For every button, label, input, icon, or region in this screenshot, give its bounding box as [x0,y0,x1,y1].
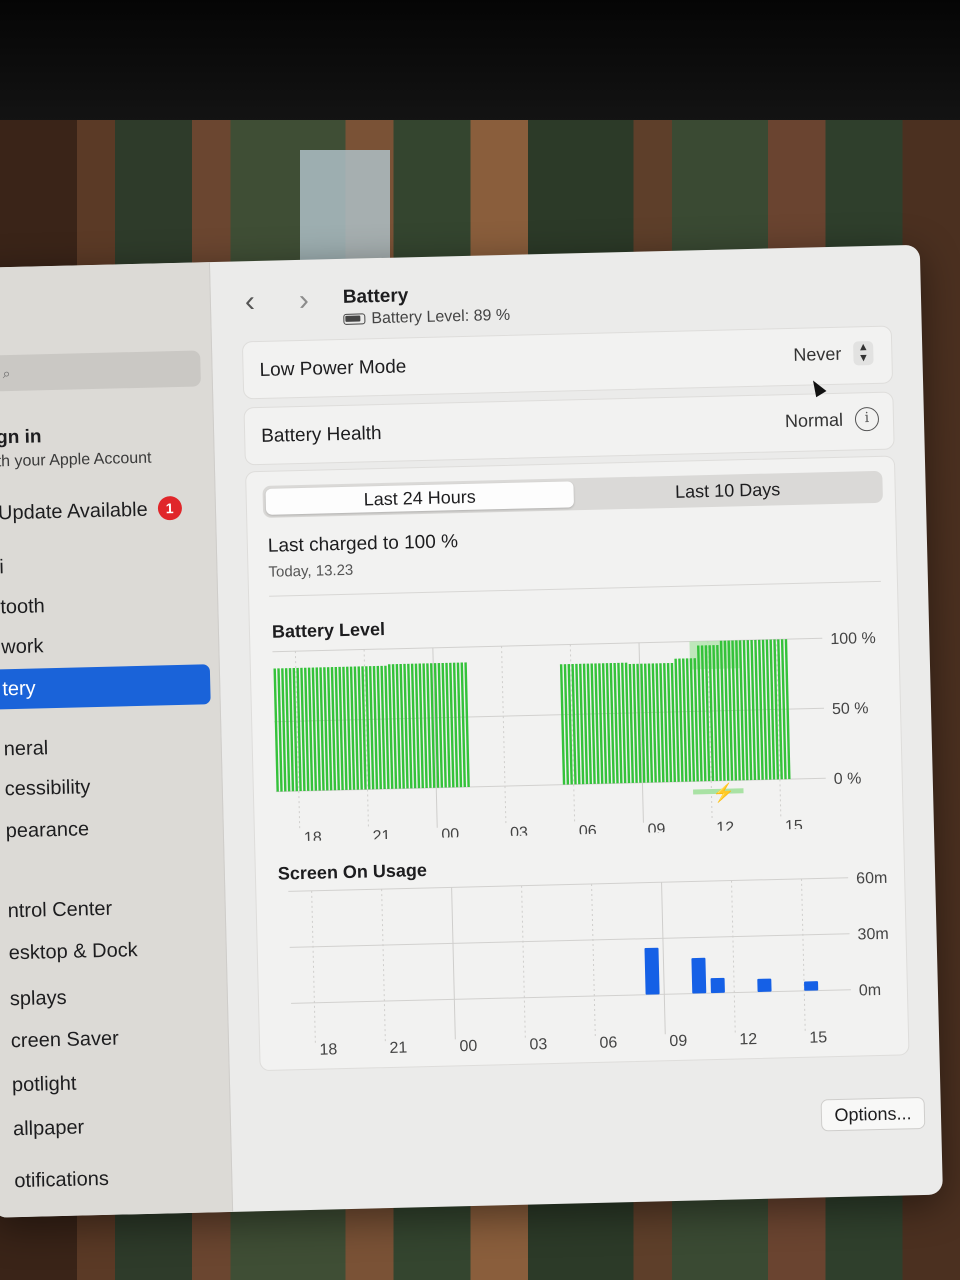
x-grid-line [501,646,507,827]
battery-level-text: Battery Level: 89 % [371,306,511,328]
options-button[interactable]: Options... [820,1096,926,1132]
usage-bar [804,981,819,991]
sidebar-item[interactable]: neral [0,724,220,770]
update-badge: 1 [157,495,182,521]
x-tick-label: 18 [319,1041,337,1058]
last-charged-time: Today, 13.23 [268,561,354,581]
system-settings-window: ⌕ gn in th your Apple Account Update Ava… [0,244,943,1218]
x-tick-label: 00 [441,826,459,842]
last-charged-text: Last charged to 100 % [267,531,459,557]
sidebar-item[interactable]: cessibility [0,764,221,810]
sidebar-item[interactable]: esktop & Dock [0,928,225,974]
sidebar-item[interactable] [0,846,223,892]
page-title: Battery [342,285,409,308]
info-icon[interactable]: i [854,406,880,432]
charging-bolt-icon: ⚡ [712,781,735,804]
battery-pane: ‹ › Battery Battery Level: 89 % Low Powe… [210,245,943,1212]
sidebar-signin-title[interactable]: gn in [0,426,42,449]
x-grid-line [381,889,386,1042]
sidebar-item[interactable]: work [0,622,218,668]
tab-last-24-hours[interactable]: Last 24 Hours [265,481,575,515]
sidebar-item[interactable]: otifications [0,1156,231,1202]
x-tick-label: 21 [372,828,390,842]
usage-bar [710,977,725,994]
battery-icon [343,313,366,325]
sidebar-signin-subtitle: th your Apple Account [0,449,152,471]
x-grid-line [591,883,596,1036]
x-tick-label: 21 [389,1040,407,1057]
x-tick-label: 03 [510,825,528,842]
x-tick-label: 06 [579,823,597,840]
battery-health-value: Normal [784,409,844,432]
x-tick-label: 03 [529,1036,547,1053]
battery-health-row: Battery Health Normal i [243,391,895,466]
sidebar-search-field[interactable]: ⌕ [0,350,201,392]
forward-chevron-icon[interactable]: › [298,284,309,317]
search-icon: ⌕ [2,365,11,382]
back-chevron-icon[interactable]: ‹ [245,285,256,318]
x-tick-label: 09 [669,1033,687,1050]
x-grid-line [451,887,456,1040]
sidebar-item[interactable]: allpaper [0,1104,229,1150]
y-tick-label: 0 % [834,770,862,788]
sidebar-item[interactable]: ntrol Center [0,886,224,932]
x-tick-label: 15 [785,818,803,835]
battery-health-label: Battery Health [260,422,382,447]
sidebar-item[interactable]: pearance [0,806,222,852]
low-power-mode-value[interactable]: Never [793,344,842,366]
sidebar-item[interactable]: tery [0,664,211,710]
y-tick-label: 100 % [830,630,876,648]
low-power-mode-row: Low Power Mode Never ▲ ▼ [241,325,894,400]
x-grid-line [801,878,806,1031]
x-tick-label: 00 [459,1038,477,1055]
popup-stepper-icon[interactable]: ▲ ▼ [853,340,874,366]
sidebar-item[interactable]: potlight [0,1060,228,1106]
usage-bar [644,947,660,995]
grid-line [288,877,849,892]
sidebar-item-label: Update Available [0,498,148,525]
x-grid-line [661,882,666,1035]
sidebar: ⌕ gn in th your Apple Account Update Ava… [0,262,234,1218]
y-tick-label: 50 % [832,700,869,718]
background-top [0,0,960,130]
x-tick-label: 15 [809,1029,827,1046]
y-tick-label: 0m [859,982,882,1000]
x-tick-label: 12 [716,819,734,836]
battery-level-chart: 100 % 50 % 0 % 18 21 00 03 06 09 12 15 ⚡ [272,630,876,842]
grid-line [289,933,850,948]
x-tick-label: 06 [599,1034,617,1051]
sidebar-item[interactable]: creen Saver [0,1016,227,1062]
x-grid-line [311,890,316,1043]
tab-last-10-days[interactable]: Last 10 Days [573,474,882,508]
wallpaper-sky [300,150,390,260]
battery-usage-panel: Last 24 Hours Last 10 Days Last charged … [245,455,910,1072]
sidebar-item[interactable]: tooth [0,582,217,628]
x-tick-label: 18 [304,830,322,842]
x-grid-line [731,880,736,1033]
battery-level-line: Battery Level: 89 % [343,307,510,329]
x-grid-line [521,885,526,1038]
usage-bar [691,957,707,994]
sidebar-item[interactable]: splays [0,974,226,1020]
y-tick-label: 30m [857,926,889,944]
sidebar-item-update[interactable]: Update Available 1 [0,488,214,534]
y-tick-label: 60m [856,870,888,888]
screen-on-usage-chart: 60m30m0m1821000306091215Jul 28Jul 29 [288,870,889,1059]
x-tick-label: 09 [647,821,665,838]
time-range-segmented-control: Last 24 Hours Last 10 Days [262,470,884,518]
divider [269,580,881,597]
sidebar-item[interactable]: i [0,542,216,588]
usage-bar [757,978,772,992]
low-power-mode-label: Low Power Mode [259,356,407,381]
x-tick-label: 12 [739,1031,757,1048]
